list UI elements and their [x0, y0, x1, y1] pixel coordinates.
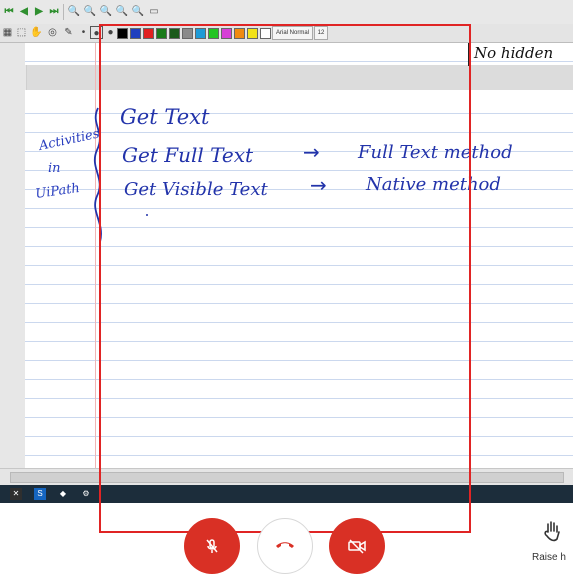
zoom-width-icon[interactable]: 🔍 [99, 6, 113, 18]
zoom-page-icon[interactable]: 🔍 [115, 6, 129, 18]
dot-medium-icon[interactable]: ● [90, 26, 103, 39]
page-margin-line [95, 43, 96, 468]
mic-off-icon [206, 539, 218, 553]
pen-icon[interactable]: ✎ [62, 26, 75, 39]
raise-hand-button[interactable]: Raise h [532, 520, 573, 563]
camera-off-icon [348, 539, 366, 554]
app-icon[interactable]: S [34, 488, 46, 500]
font-name-field[interactable]: Arial Normal [272, 26, 314, 40]
color-swatch-darkgreen[interactable] [169, 28, 180, 39]
left-gutter [0, 43, 27, 468]
lasso-icon[interactable]: ◎ [46, 26, 59, 39]
mute-mic-button[interactable] [184, 518, 240, 574]
scrollbar-thumb[interactable] [10, 472, 564, 483]
zoom-out-icon[interactable]: 🔍 [67, 6, 81, 18]
notebook-page-previous [25, 43, 573, 65]
camera-toggle-button[interactable] [329, 518, 385, 574]
color-swatch-green[interactable] [156, 28, 167, 39]
color-swatch-yellow[interactable] [247, 28, 258, 39]
dot-small-icon[interactable]: • [77, 26, 90, 39]
eraser-app-icon[interactable]: ◆ [57, 488, 69, 500]
next-page-icon[interactable]: ▶ [32, 6, 46, 18]
color-swatch-cyan[interactable] [195, 28, 206, 39]
last-page-icon[interactable]: ⏭ [47, 6, 61, 18]
raise-hand-label: Raise h [532, 552, 566, 563]
toolbar-divider [63, 4, 64, 20]
horizontal-scrollbar[interactable] [0, 468, 573, 485]
grid-icon[interactable]: ▦ [1, 26, 14, 39]
color-swatch-orange[interactable] [234, 28, 245, 39]
color-swatch-magenta[interactable] [221, 28, 232, 39]
dot-large-icon[interactable]: ● [104, 26, 117, 39]
settings-app-icon[interactable]: ⚙ [80, 488, 92, 500]
end-call-button[interactable] [257, 518, 313, 574]
hang-up-icon [276, 542, 294, 548]
font-size-field[interactable]: 12 [314, 26, 328, 40]
color-swatch-white[interactable] [260, 28, 271, 39]
hand-icon[interactable]: ✋ [30, 26, 43, 39]
zoom-fit-icon[interactable]: 🔍 [131, 6, 145, 18]
color-swatch-blue[interactable] [130, 28, 141, 39]
fullscreen-icon[interactable]: ▭ [147, 6, 161, 18]
select-icon[interactable]: ⬚ [15, 26, 28, 39]
color-swatch-red[interactable] [143, 28, 154, 39]
first-page-icon[interactable]: ⏮ [2, 6, 16, 18]
close-app-icon[interactable]: ✕ [10, 488, 22, 500]
taskbar: ✕ S ◆ ⚙ [0, 485, 573, 503]
prev-page-icon[interactable]: ◀ [17, 6, 31, 18]
raise-hand-icon [543, 521, 560, 542]
color-swatch-lime[interactable] [208, 28, 219, 39]
color-swatch-black[interactable] [117, 28, 128, 39]
color-swatch-gray[interactable] [182, 28, 193, 39]
pen-toolbar: ▦ ⬚ ✋ ◎ ✎ • ● ● Arial Normal 12 [0, 24, 573, 43]
navigation-toolbar: ⏮ ◀ ▶ ⏭ 🔍 🔍 🔍 🔍 🔍 ▭ [0, 0, 573, 25]
zoom-in-icon[interactable]: 🔍 [83, 6, 97, 18]
notebook-page-current[interactable] [25, 90, 573, 468]
